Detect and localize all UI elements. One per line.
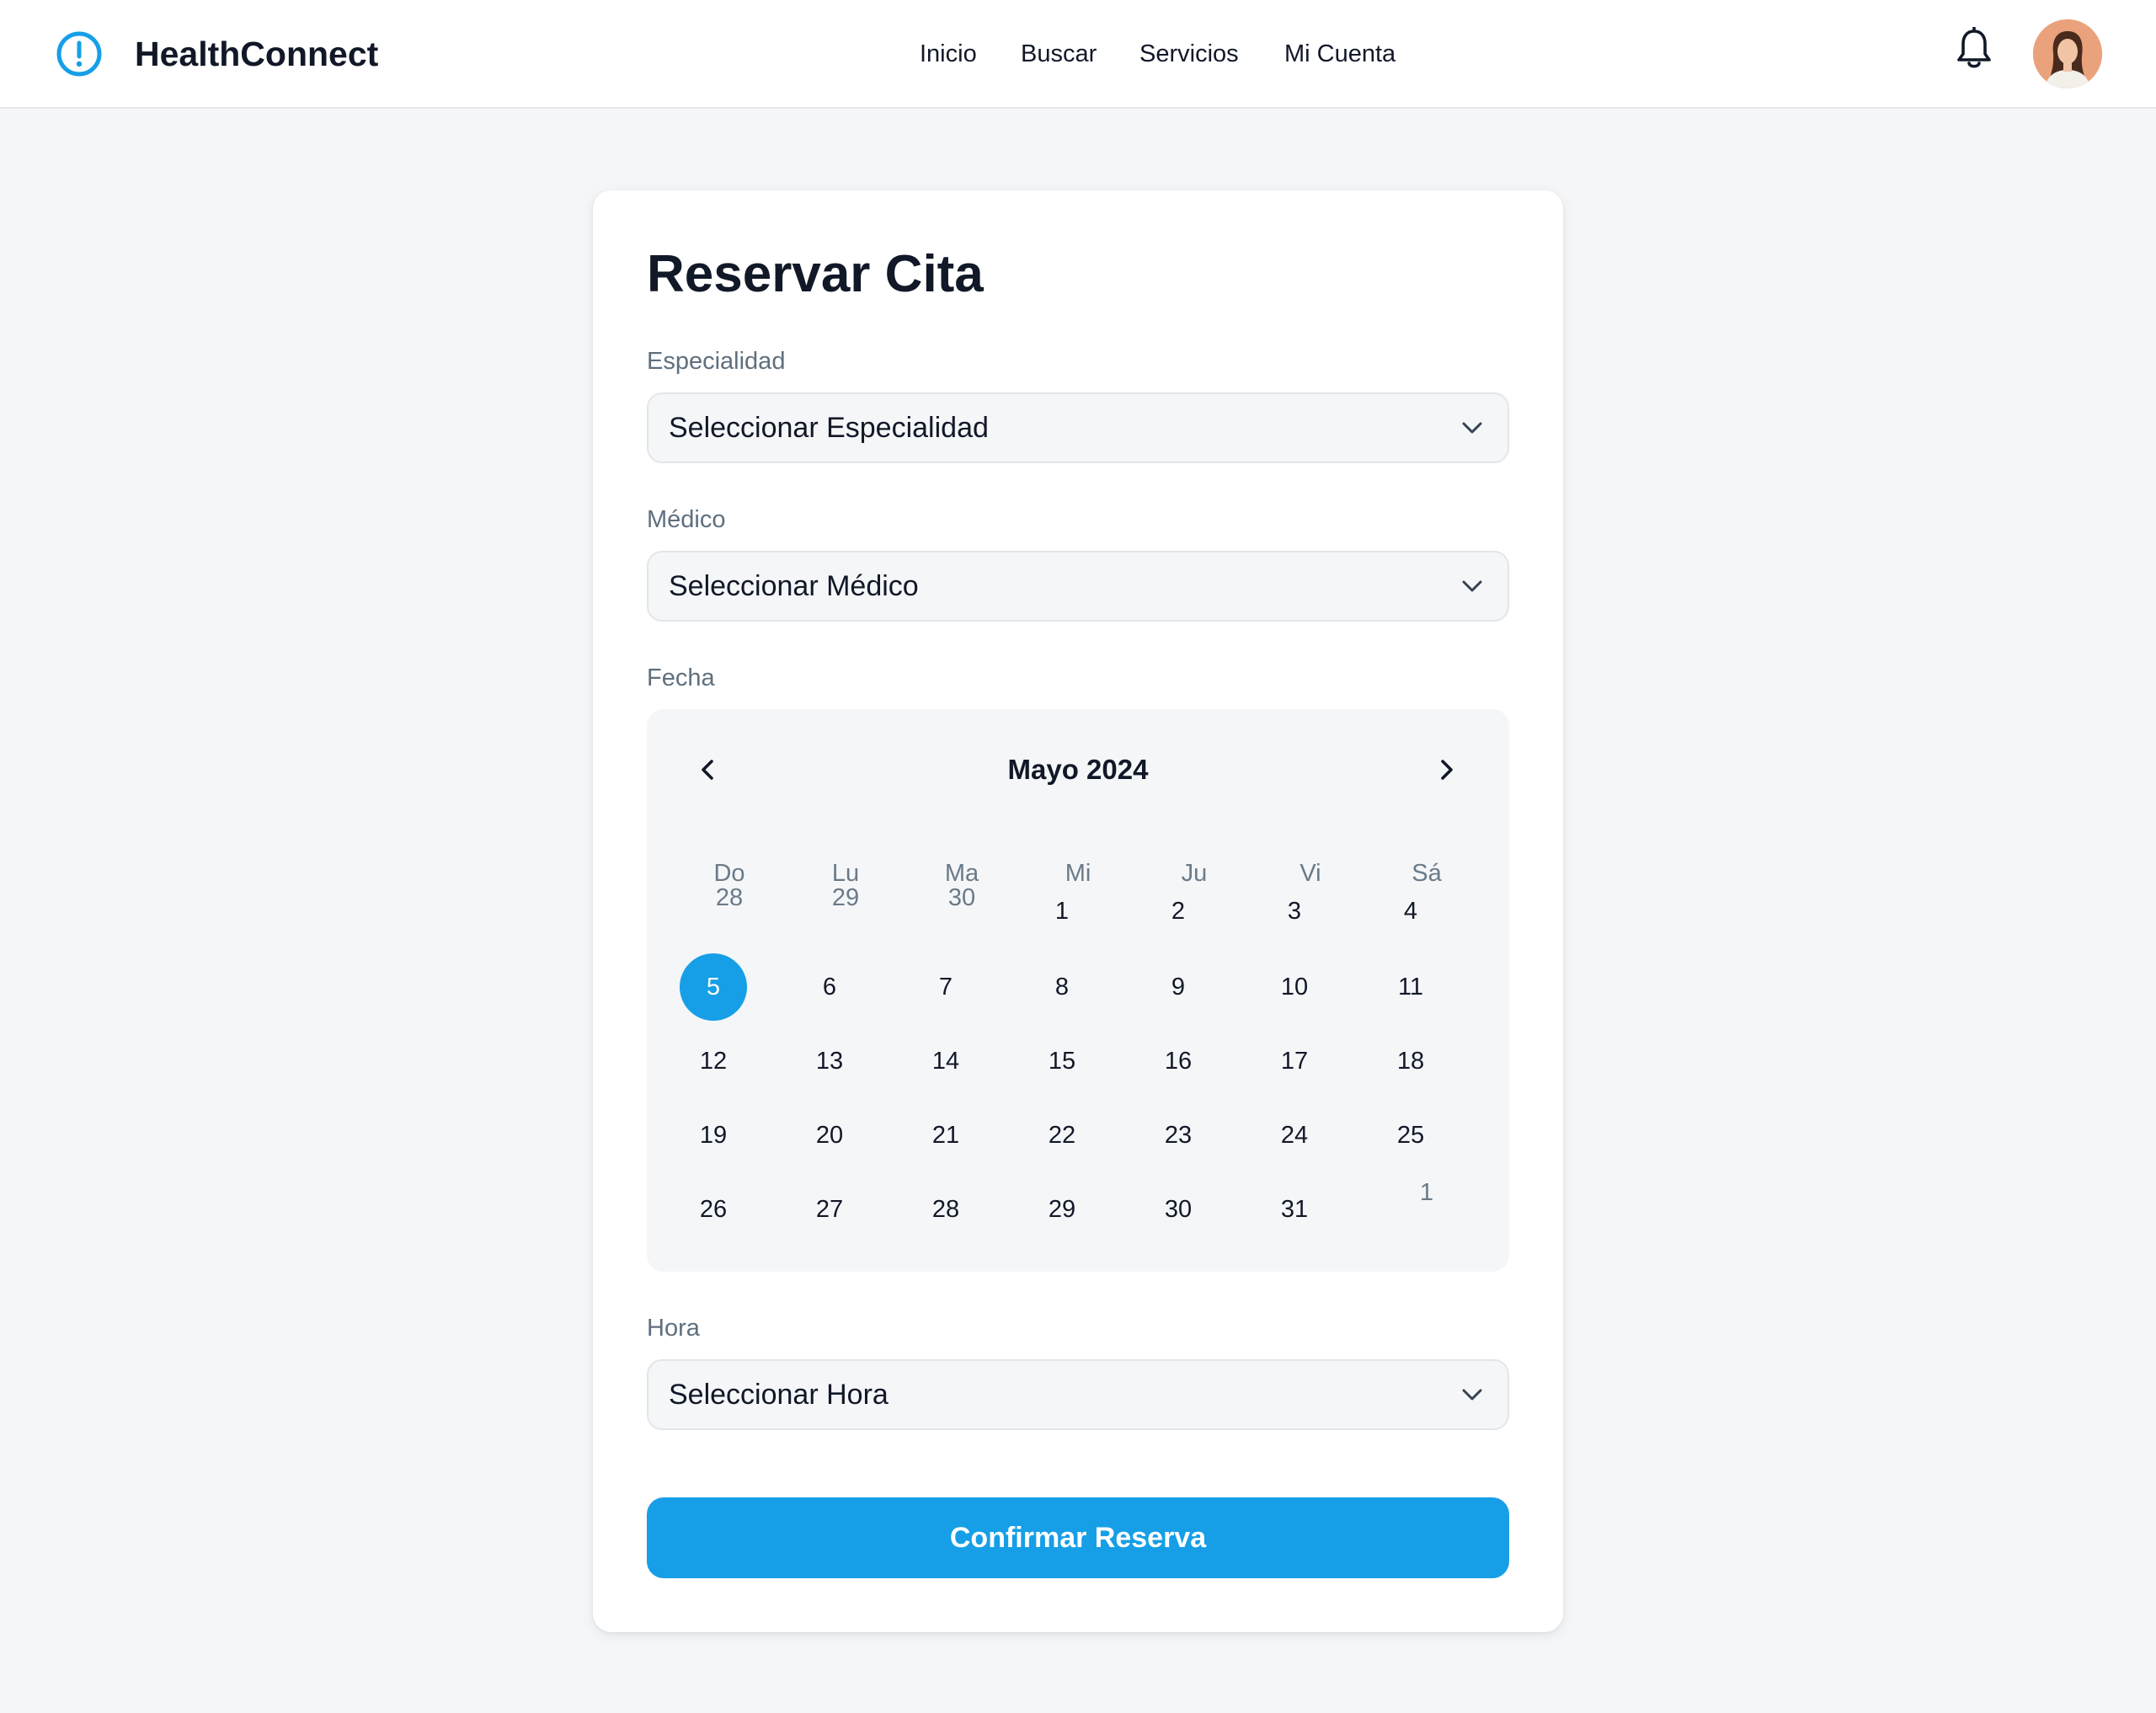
calendar-day[interactable]: 31 bbox=[1261, 1176, 1328, 1243]
chevron-down-icon bbox=[1459, 573, 1486, 600]
calendar-day[interactable]: 13 bbox=[796, 1027, 863, 1095]
main-nav: Inicio Buscar Servicios Mi Cuenta bbox=[0, 35, 2156, 72]
chevron-down-icon bbox=[1459, 414, 1486, 441]
calendar-month-label: Mayo 2024 bbox=[1007, 754, 1149, 785]
calendar-day[interactable]: 3 bbox=[1261, 878, 1328, 945]
calendar-day[interactable]: 25 bbox=[1377, 1102, 1444, 1169]
calendar-day[interactable]: 17 bbox=[1261, 1027, 1328, 1095]
page-title: Reservar Cita bbox=[647, 245, 984, 303]
specialty-select-value: Seleccionar Especialidad bbox=[669, 412, 989, 444]
time-select-value: Seleccionar Hora bbox=[669, 1379, 889, 1411]
date-calendar: Mayo 2024 Do Lu Ma Mi Ju Vi Sá 28 29 30 1 2 3 4 5 6 7 8 9 1… bbox=[647, 709, 1509, 1272]
nav-item-servicios[interactable]: Servicios bbox=[1139, 35, 1239, 72]
calendar-day-outside-month: 30 bbox=[947, 884, 976, 911]
calendar-day[interactable]: 19 bbox=[680, 1102, 747, 1169]
nav-item-buscar[interactable]: Buscar bbox=[1021, 35, 1097, 72]
doctor-label: Médico bbox=[647, 506, 726, 533]
calendar-day[interactable]: 18 bbox=[1377, 1027, 1444, 1095]
calendar-day[interactable]: 2 bbox=[1145, 878, 1212, 945]
calendar-day[interactable]: 22 bbox=[1028, 1102, 1096, 1169]
chevron-down-icon bbox=[1459, 1381, 1486, 1408]
top-navigation-bar: HealthConnect Inicio Buscar Servicios Mi… bbox=[0, 0, 2156, 109]
calendar-day-outside-month: 29 bbox=[831, 884, 860, 911]
calendar-day[interactable]: 21 bbox=[912, 1102, 979, 1169]
calendar-day[interactable]: 24 bbox=[1261, 1102, 1328, 1169]
calendar-day[interactable]: 16 bbox=[1145, 1027, 1212, 1095]
calendar-day[interactable]: 29 bbox=[1028, 1176, 1096, 1243]
time-label: Hora bbox=[647, 1315, 700, 1342]
calendar-day[interactable]: 26 bbox=[680, 1176, 747, 1243]
doctor-select[interactable]: Seleccionar Médico bbox=[647, 551, 1509, 622]
date-label: Fecha bbox=[647, 664, 715, 691]
doctor-select-value: Seleccionar Médico bbox=[669, 570, 919, 602]
nav-item-mi-cuenta[interactable]: Mi Cuenta bbox=[1284, 35, 1396, 72]
calendar-day[interactable]: 5 bbox=[680, 953, 747, 1021]
calendar-day-outside-month: 28 bbox=[715, 884, 744, 911]
avatar[interactable] bbox=[2033, 19, 2102, 88]
calendar-day[interactable]: 15 bbox=[1028, 1027, 1096, 1095]
bell-icon[interactable] bbox=[1956, 26, 1993, 71]
calendar-day[interactable]: 9 bbox=[1145, 953, 1212, 1021]
calendar-day[interactable]: 4 bbox=[1377, 878, 1444, 945]
booking-card: Reservar Cita Especialidad Seleccionar E… bbox=[593, 190, 1563, 1632]
calendar-day[interactable]: 1 bbox=[1028, 878, 1096, 945]
calendar-day[interactable]: 28 bbox=[912, 1176, 979, 1243]
specialty-label: Especialidad bbox=[647, 348, 786, 375]
calendar-day[interactable]: 11 bbox=[1377, 953, 1444, 1021]
calendar-day[interactable]: 6 bbox=[796, 953, 863, 1021]
confirm-booking-button[interactable]: Confirmar Reserva bbox=[647, 1497, 1509, 1578]
calendar-day-outside-month: 1 bbox=[1419, 1179, 1434, 1206]
calendar-day[interactable]: 12 bbox=[680, 1027, 747, 1095]
calendar-day[interactable]: 7 bbox=[912, 953, 979, 1021]
specialty-select[interactable]: Seleccionar Especialidad bbox=[647, 392, 1509, 463]
calendar-day[interactable]: 10 bbox=[1261, 953, 1328, 1021]
calendar-day[interactable]: 27 bbox=[796, 1176, 863, 1243]
calendar-day[interactable]: 20 bbox=[796, 1102, 863, 1169]
time-select[interactable]: Seleccionar Hora bbox=[647, 1359, 1509, 1430]
calendar-day[interactable]: 14 bbox=[912, 1027, 979, 1095]
chevron-right-icon[interactable] bbox=[1428, 751, 1465, 788]
calendar-day[interactable]: 8 bbox=[1028, 953, 1096, 1021]
nav-item-inicio[interactable]: Inicio bbox=[920, 35, 977, 72]
calendar-day[interactable]: 23 bbox=[1145, 1102, 1212, 1169]
calendar-day[interactable]: 30 bbox=[1145, 1176, 1212, 1243]
